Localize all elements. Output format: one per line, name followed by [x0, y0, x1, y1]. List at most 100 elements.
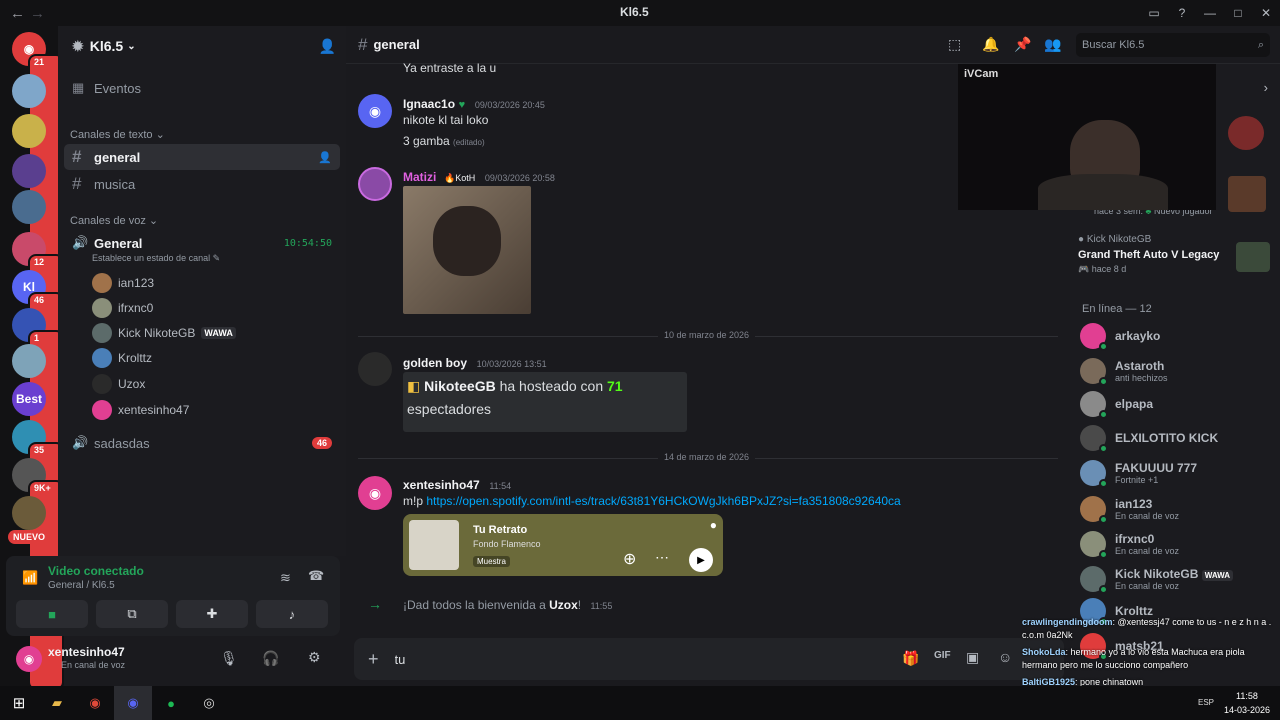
member-row[interactable]: elpapa: [1080, 387, 1153, 421]
guild-header[interactable]: ✹ Kl6.5 ⌄ 👤: [58, 26, 346, 66]
server-icon[interactable]: [12, 496, 46, 530]
text-category[interactable]: Canales de texto ⌄: [70, 128, 165, 141]
server-icon[interactable]: [12, 190, 46, 224]
track-artist[interactable]: Fondo Flamenco: [473, 539, 541, 549]
member-row[interactable]: ifrxnc0 En canal de voz: [1080, 527, 1179, 561]
attach-icon[interactable]: +: [368, 649, 379, 670]
user-avatar[interactable]: [358, 167, 392, 201]
message-author[interactable]: Matizi: [403, 170, 436, 184]
invite-icon[interactable]: 👤: [318, 151, 332, 164]
play-button[interactable]: ▶: [689, 548, 713, 572]
minimize-button[interactable]: —: [1196, 6, 1224, 20]
server-icon[interactable]: [12, 154, 46, 188]
sticker-icon[interactable]: ▣: [966, 649, 979, 666]
channel-musica[interactable]: # musica: [64, 171, 340, 197]
windows-start-button[interactable]: ⊞: [0, 686, 38, 720]
gift-icon[interactable]: 🎁: [902, 650, 919, 667]
bell-icon[interactable]: 🔔: [982, 36, 999, 53]
message-author[interactable]: xentesinho47: [403, 478, 480, 492]
add-icon[interactable]: ⊕: [623, 549, 636, 569]
user-avatar[interactable]: [358, 352, 392, 386]
spotify-embed[interactable]: Tu Retrato Fondo Flamenco Muestra ● ⊕ ⋯ …: [403, 514, 723, 576]
file-explorer-icon[interactable]: ▰: [38, 686, 76, 720]
channel-general[interactable]: # general 👤: [64, 144, 340, 170]
member-row[interactable]: FAKUUUU 777 Fortnite +1: [1080, 456, 1197, 490]
member-row[interactable]: ian123 En canal de voz: [1080, 492, 1179, 526]
headphones-icon[interactable]: 🎧: [262, 650, 279, 667]
members-icon[interactable]: 👥: [1044, 36, 1061, 53]
member-status: En canal de voz: [1115, 511, 1180, 521]
camera-button[interactable]: ■: [16, 600, 88, 628]
gif-icon[interactable]: GIF: [934, 650, 951, 661]
user-name[interactable]: xentesinho47: [48, 645, 125, 659]
noise-suppression-icon[interactable]: ≋: [280, 570, 291, 586]
activity-user-name: Kick NikoteGB: [1086, 234, 1152, 245]
voice-connected-status[interactable]: Video conectado: [48, 564, 144, 578]
signal-icon[interactable]: 📶: [22, 570, 38, 586]
forward-button[interactable]: →: [30, 5, 45, 22]
spotify-icon[interactable]: ●: [710, 518, 717, 532]
close-button[interactable]: ✕: [1252, 6, 1280, 20]
tray-time[interactable]: 11:58: [1236, 691, 1258, 701]
image-attachment[interactable]: [403, 186, 531, 314]
window-title: Kl6.5: [620, 5, 649, 19]
chrome-icon[interactable]: ◉: [76, 686, 114, 720]
voice-user[interactable]: Kick NikoteGB WAWA: [92, 321, 236, 345]
microphone-icon[interactable]: 🎙: [220, 650, 238, 667]
add-member-icon[interactable]: 👤: [319, 38, 336, 55]
events-item[interactable]: ▦ Eventos: [64, 75, 340, 101]
new-badge[interactable]: NUEVO: [8, 530, 51, 544]
disconnect-icon[interactable]: ☎: [308, 568, 324, 584]
member-row[interactable]: ELXILOTITO KICK: [1080, 421, 1218, 455]
discord-taskbar-icon[interactable]: ◉: [114, 686, 152, 720]
search-input[interactable]: Buscar Kl6.5 ⌕: [1076, 33, 1270, 57]
soundboard-button[interactable]: ♪: [256, 600, 328, 628]
voice-status[interactable]: Establece un estado de canal ✎: [92, 253, 220, 264]
settings-icon[interactable]: ⚙: [308, 649, 321, 666]
voice-channel-sadasdas[interactable]: 🔊 sadasdas 46: [64, 430, 340, 456]
message-input[interactable]: [394, 651, 865, 667]
back-button[interactable]: ←: [10, 5, 25, 22]
user-avatar: [92, 400, 112, 420]
chevron-right-icon[interactable]: ›: [1264, 80, 1268, 95]
more-icon[interactable]: ⋯: [655, 549, 669, 566]
server-icon[interactable]: [12, 74, 46, 108]
message-author[interactable]: golden boy: [403, 356, 467, 370]
inbox-icon[interactable]: ▭: [1140, 6, 1168, 20]
screen-share-button[interactable]: ⧉: [96, 600, 168, 628]
voice-location[interactable]: General / Kl6.5: [48, 580, 115, 591]
member-row[interactable]: arkayko: [1080, 319, 1160, 353]
tray-language[interactable]: ESP: [1198, 698, 1214, 707]
user-avatar[interactable]: ◉: [358, 476, 392, 510]
voice-user[interactable]: xentesinho47: [92, 398, 189, 422]
maximize-button[interactable]: □: [1224, 6, 1252, 20]
user-avatar[interactable]: ◉: [16, 646, 42, 672]
camera-overlay: iVCam: [958, 64, 1216, 210]
server-icon[interactable]: [12, 114, 46, 148]
help-icon[interactable]: ?: [1168, 6, 1196, 20]
activities-button[interactable]: ✚: [176, 600, 248, 628]
server-icon[interactable]: [12, 344, 46, 378]
pin-icon[interactable]: 📌: [1014, 36, 1031, 53]
voice-category[interactable]: Canales de voz ⌄: [70, 214, 158, 227]
spotify-icon[interactable]: ●: [152, 686, 190, 720]
activity-card[interactable]: ● Kick NikoteGB Grand Theft Auto V Legac…: [1078, 234, 1274, 284]
member-row[interactable]: Astaroth anti hechizos: [1080, 354, 1168, 388]
member-row[interactable]: Kick NikoteGB WAWA En canal de voz: [1080, 562, 1234, 596]
spotify-link[interactable]: https://open.spotify.com/intl-es/track/6…: [426, 494, 900, 508]
track-title[interactable]: Tu Retrato: [473, 524, 527, 536]
voice-user[interactable]: ifrxnc0: [92, 296, 153, 320]
tray-date[interactable]: 14-03-2026: [1224, 705, 1270, 715]
voice-user[interactable]: Uzox: [92, 372, 145, 396]
user-avatar[interactable]: ◉: [358, 94, 392, 128]
voice-user[interactable]: ian123: [92, 271, 154, 295]
join-user[interactable]: Uzox: [549, 598, 578, 612]
date-divider: 10 de marzo de 2026: [358, 330, 1058, 340]
emoji-icon[interactable]: ☺: [998, 649, 1012, 665]
server-icon[interactable]: Best: [12, 382, 46, 416]
voice-user[interactable]: Krolttz: [92, 346, 152, 370]
threads-icon[interactable]: ⬚: [948, 36, 961, 53]
message-author[interactable]: Ignaac1o: [403, 97, 455, 111]
member-name: FAKUUUU 777: [1115, 461, 1198, 475]
app-icon[interactable]: ◎: [190, 686, 228, 720]
